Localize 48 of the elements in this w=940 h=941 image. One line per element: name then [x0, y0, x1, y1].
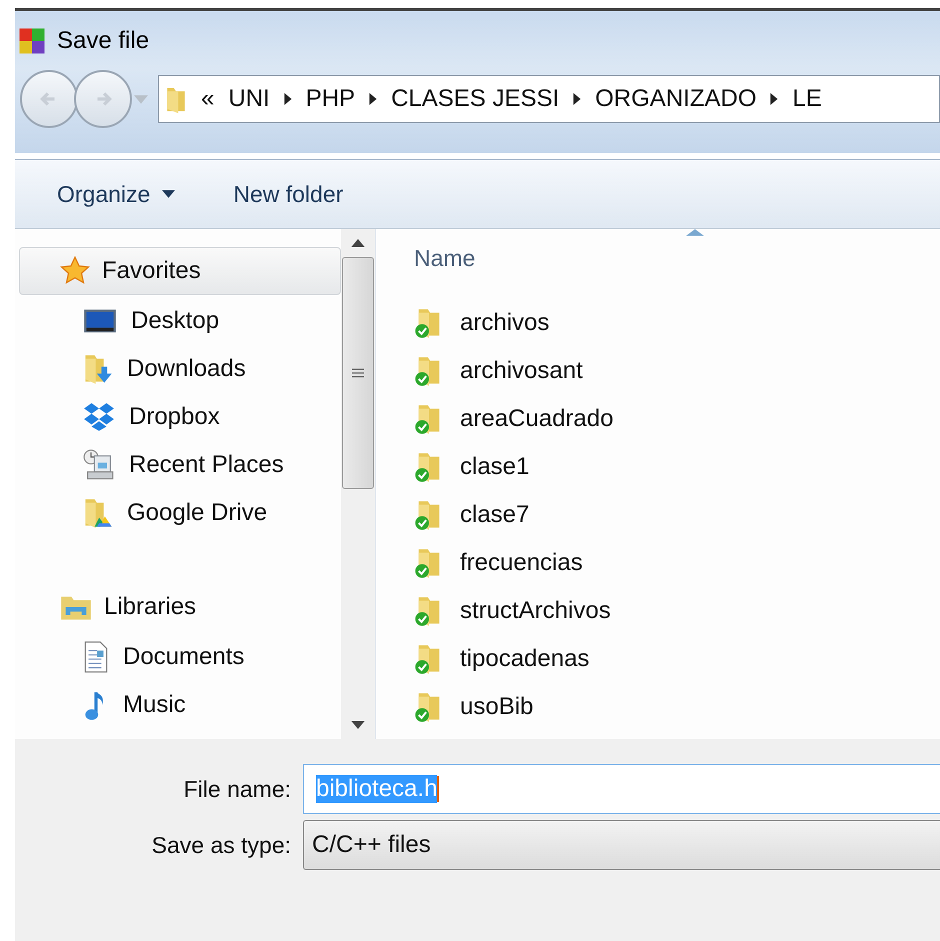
- toolbar-button[interactable]: Organize: [47, 176, 186, 212]
- chevron-icon[interactable]: [369, 93, 378, 105]
- nav-item[interactable]: Desktop: [19, 297, 341, 345]
- breadcrumb-overflow[interactable]: «: [201, 85, 214, 113]
- nav-item[interactable]: Music: [19, 681, 341, 729]
- star-icon: [60, 256, 90, 286]
- file-item[interactable]: structArchivos: [414, 587, 940, 635]
- nav-item[interactable]: Downloads: [19, 345, 341, 393]
- file-item[interactable]: archivosant: [414, 347, 940, 395]
- nav-section-header[interactable]: Favorites: [19, 247, 341, 295]
- chevron-icon[interactable]: [284, 93, 292, 105]
- breadcrumb-item[interactable]: ORGANIZADO: [595, 85, 756, 113]
- scroll-down-icon[interactable]: [351, 721, 365, 729]
- folder-drive-icon: [83, 497, 113, 529]
- chevron-icon[interactable]: [573, 93, 582, 105]
- breadcrumb-item[interactable]: LE: [792, 85, 822, 113]
- nav-item[interactable]: Documents: [19, 633, 341, 681]
- file-item[interactable]: archivos: [414, 299, 940, 347]
- breadcrumb-item[interactable]: PHP: [306, 85, 356, 113]
- file-item[interactable]: tipocadenas: [414, 635, 940, 683]
- folder-download-icon: [83, 353, 113, 385]
- nav-section-header[interactable]: Libraries: [19, 583, 341, 631]
- scroll-thumb[interactable]: [342, 257, 374, 489]
- document-icon: [83, 641, 109, 673]
- file-item[interactable]: frecuencias: [414, 539, 940, 587]
- scroll-up-icon[interactable]: [351, 239, 365, 247]
- app-icon: [17, 26, 47, 56]
- file-type-dropdown[interactable]: C/C++ files: [303, 820, 940, 870]
- breadcrumb-item[interactable]: UNI: [228, 85, 270, 113]
- nav-item[interactable]: Google Drive: [19, 489, 341, 537]
- field-label: File name:: [182, 776, 292, 802]
- nav-item[interactable]: Recent Places: [19, 441, 341, 489]
- address-bar[interactable]: « UNI PHP CLASES JESSI ORGANIZADO LE: [158, 75, 940, 123]
- monitor-icon: [83, 307, 117, 335]
- column-header[interactable]: Name: [414, 244, 476, 272]
- breadcrumb-item[interactable]: CLASES JESSI: [391, 85, 560, 113]
- file-item[interactable]: clase1: [414, 443, 940, 491]
- scrollbar[interactable]: [341, 229, 375, 739]
- file-item[interactable]: clase7: [414, 491, 940, 539]
- file-item[interactable]: areaCuadrado: [414, 395, 940, 443]
- nav-item[interactable]: Dropbox: [19, 393, 341, 441]
- field-label: Save as type:: [150, 832, 292, 858]
- toolbar-button[interactable]: New folder: [223, 176, 354, 212]
- file-item[interactable]: usoBib: [414, 683, 940, 731]
- chevron-icon[interactable]: [770, 93, 778, 105]
- recent-places-icon: [83, 449, 115, 481]
- window-title: Save file: [57, 27, 150, 55]
- dropbox-icon: [83, 402, 115, 432]
